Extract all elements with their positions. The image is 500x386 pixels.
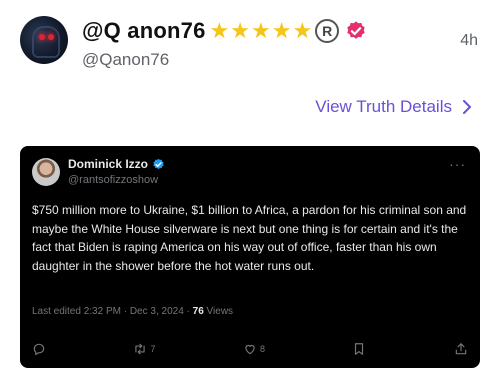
star-icon: ★ (209, 18, 230, 43)
user-handle[interactable]: @Qanon76 (82, 50, 169, 70)
star-icon: ★ (271, 18, 292, 43)
tweet-action-bar: 7 8 (32, 340, 468, 358)
reply-button[interactable] (32, 342, 46, 356)
retweet-icon (135, 343, 146, 355)
star-icon: ★ (230, 18, 250, 43)
like-button[interactable]: 8 (243, 342, 265, 356)
like-count: 8 (259, 344, 265, 354)
views-count: 76 (192, 306, 204, 317)
red-eye-left (39, 34, 45, 40)
views-label: Views (203, 306, 234, 317)
name-row: @Q anon76 ★ ★ ★ ★ ★ R (82, 16, 367, 46)
post-timestamp: 4h (460, 32, 478, 49)
reply-icon (33, 343, 45, 356)
tweet-author-avatar[interactable] (32, 158, 60, 186)
avatar[interactable] (20, 16, 68, 64)
tweet-meta-prefix: Last edited 2:32 PM · Dec 3, 2024 · (32, 306, 193, 317)
tweet-meta: Last edited 2:32 PM · Dec 3, 2024 · 76 V… (32, 306, 233, 317)
star-icon: ★ (250, 18, 271, 43)
embedded-tweet-card[interactable]: Dominick Izzo @rantsofizzoshow ··· $750 … (20, 146, 480, 368)
retweet-count: 7 (150, 344, 156, 354)
verified-badge-icon (347, 21, 365, 39)
star-rating: ★ ★ ★ ★ ★ (210, 20, 314, 42)
retweet-button[interactable]: 7 (133, 342, 156, 356)
bookmark-button[interactable] (352, 342, 366, 356)
share-button[interactable] (454, 342, 468, 356)
star-icon: ★ (292, 18, 313, 43)
red-eye-right (48, 34, 54, 40)
more-options-icon[interactable]: ··· (449, 156, 466, 172)
registered-icon: R (315, 19, 340, 43)
heart-icon (245, 344, 255, 355)
hooded-figure-icon (32, 26, 60, 58)
tweet-author-name[interactable]: Dominick Izzo (68, 157, 148, 171)
tweet-body-text: $750 million more to Ukraine, $1 billion… (32, 203, 467, 273)
view-truth-details-label: View Truth Details (315, 97, 452, 116)
tweet-author-name-row: Dominick Izzo (68, 157, 165, 171)
chevron-right-icon (463, 100, 471, 114)
display-name[interactable]: @Q anon76 (82, 18, 206, 44)
verified-check-icon (153, 158, 164, 169)
post-header: @Q anon76 ★ ★ ★ ★ ★ R @Qanon76 4h (20, 14, 480, 74)
view-truth-details-link[interactable]: View Truth Details (315, 97, 472, 117)
bookmark-icon (355, 343, 364, 355)
tweet-author-handle[interactable]: @rantsofizzoshow (68, 174, 158, 186)
share-icon (455, 343, 467, 355)
